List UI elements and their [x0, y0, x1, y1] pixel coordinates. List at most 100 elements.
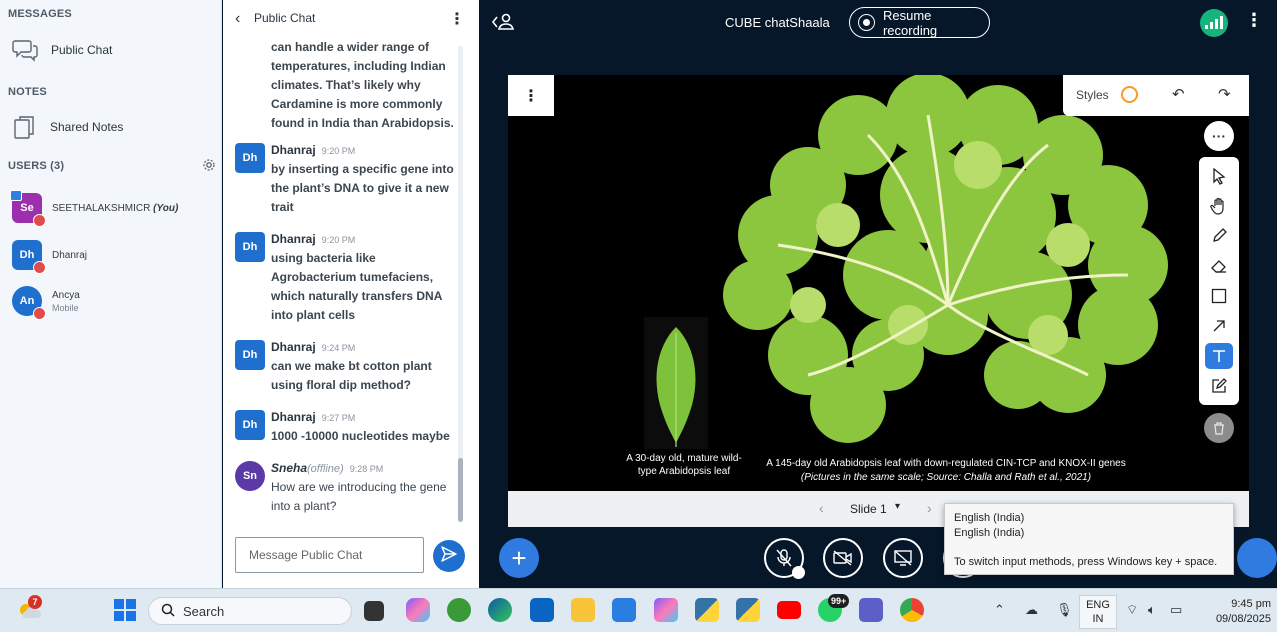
lang-line: IN [1092, 613, 1104, 625]
author-name: Dhanraj [271, 410, 316, 424]
annotation-toolbar [1199, 157, 1239, 405]
windows-start-icon[interactable] [113, 598, 137, 622]
avatar-initials: Se [20, 202, 34, 214]
input-method-tooltip: English (India) English (India) To switc… [944, 503, 1234, 575]
tooltip-line: English (India) [954, 527, 1025, 539]
mic-toggle-button[interactable] [764, 538, 805, 579]
scrollbar-thumb[interactable] [458, 458, 463, 522]
eraser-icon[interactable] [1205, 253, 1233, 279]
avatar: Dh [12, 240, 46, 274]
taskbar-search[interactable]: Search [148, 597, 352, 625]
notes-icon [12, 114, 38, 140]
show-hidden-icons-chevron-icon[interactable]: ⌃ [994, 602, 1005, 618]
caption-line: (Pictures in the same scale; Source: Cha… [800, 472, 1092, 483]
presenter-icon [10, 190, 22, 201]
select-pointer-icon[interactable] [1205, 163, 1233, 189]
author-name: Sneha [271, 461, 308, 475]
presentation-slide[interactable]: ⋮ Styles ↶ ↷ ··· A 30-day old, mature wi… [508, 75, 1249, 491]
teams-icon[interactable] [859, 598, 883, 622]
text-tool-icon[interactable] [1205, 343, 1233, 369]
caption-line: A 145-day old Arabidopsis leaf with down… [766, 458, 1126, 469]
connection-status-icon[interactable] [1200, 9, 1228, 37]
avatar: Dh [235, 232, 265, 262]
previous-slide-icon[interactable]: ‹ [819, 500, 824, 516]
search-icon [161, 603, 175, 620]
sidebar-item-public-chat[interactable]: Public Chat [12, 38, 112, 62]
onedrive-sync-icon[interactable]: ☁ [1025, 602, 1038, 618]
system-clock[interactable]: 9:45 pm 09/08/2025 [1196, 597, 1271, 627]
sidebar-item-shared-notes[interactable]: Shared Notes [12, 114, 123, 140]
chat-message-list[interactable]: can handle a wider range of temperatures… [223, 36, 479, 526]
tooltip-line: English (India) [954, 512, 1025, 524]
trash-icon[interactable] [1204, 413, 1234, 443]
send-button[interactable] [433, 540, 465, 572]
app-cd-icon[interactable] [447, 598, 471, 622]
input-language-indicator[interactable]: ENG IN [1079, 595, 1117, 629]
presentation-area: CUBE chatShaala Resume recording ⋮ ⋮ Sty… [479, 0, 1277, 588]
microphone-icon[interactable]: 🎙︎ [1056, 602, 1073, 618]
volume-icon[interactable]: 🔈︎ [1148, 602, 1156, 618]
copilot-icon[interactable] [406, 598, 430, 622]
slide-caption-right: A 145-day old Arabidopsis leaf with down… [761, 457, 1131, 485]
options-kebab-icon[interactable]: ⋮ [1245, 10, 1263, 31]
user-list-item[interactable]: Dh Dhanraj [12, 240, 87, 274]
microsoft-store-icon[interactable] [612, 598, 636, 622]
arrow-icon[interactable] [1205, 313, 1233, 339]
chat-toggle-button[interactable] [1237, 538, 1277, 578]
gear-icon[interactable] [202, 158, 216, 177]
task-view-icon[interactable] [364, 601, 384, 621]
avatar-initials: An [19, 295, 35, 307]
note-edit-icon[interactable] [1205, 373, 1233, 399]
rectangle-icon[interactable] [1205, 283, 1233, 309]
user-name-text: SEETHALAKSHMICR [52, 202, 151, 214]
youtube-icon[interactable] [777, 601, 801, 619]
message-author: Dhanraj 9:27 PM [271, 410, 355, 424]
chat-title: Public Chat [254, 11, 316, 25]
wifi-icon[interactable]: ⌔ [1126, 602, 1138, 618]
user-device-label: Mobile [52, 302, 79, 313]
user-list-toggle-icon[interactable] [491, 12, 515, 37]
pan-hand-icon[interactable] [1205, 193, 1233, 219]
file-explorer-icon[interactable] [571, 598, 595, 622]
outlook-icon[interactable] [530, 598, 554, 622]
screen-share-button[interactable] [883, 538, 923, 578]
message-time: 9:28 PM [349, 464, 384, 474]
taskbar: 7 Search 99+ ⌃ ☁ 🎙︎ ENG IN ⌔ 🔈︎ ▭ 9:45 p… [0, 588, 1277, 632]
message-input[interactable]: Message Public Chat [235, 537, 424, 573]
actions-plus-button[interactable]: + [499, 538, 539, 578]
redo-icon[interactable]: ↷ [1218, 85, 1231, 103]
slide-options-kebab-icon[interactable]: ⋮ [508, 75, 554, 116]
avatar: Se [10, 190, 46, 227]
sidebar-item-label: Public Chat [51, 43, 113, 57]
message-text: 1000 -10000 nucleotides maybe [271, 429, 450, 443]
edge-browser-icon[interactable] [488, 598, 512, 622]
chrome-icon[interactable] [900, 598, 924, 622]
color-picker-button[interactable] [1121, 86, 1138, 103]
pencil-icon[interactable] [1205, 223, 1233, 249]
chevron-down-icon[interactable]: ▾ [895, 501, 900, 512]
send-icon [440, 545, 458, 568]
chat-options-kebab-icon[interactable]: ⋮ [449, 9, 465, 29]
m365-icon[interactable] [654, 598, 678, 622]
resume-recording-button[interactable]: Resume recording [849, 7, 990, 38]
camera-toggle-button[interactable] [823, 538, 863, 578]
python-idle-icon[interactable] [736, 598, 760, 622]
weather-badge: 7 [28, 595, 42, 609]
camera-off-icon [833, 550, 852, 566]
next-slide-icon[interactable]: › [927, 500, 932, 516]
user-list-item[interactable]: An Ancya Mobile [12, 286, 80, 320]
app-root: MESSAGES Public Chat NOTES Shared Notes … [0, 0, 1277, 632]
chat-scrollbar[interactable] [458, 46, 463, 522]
chat-message-continuation: can handle a wider range of temperatures… [271, 40, 454, 130]
styles-label: Styles [1076, 88, 1109, 102]
back-chevron-icon[interactable]: ‹ [235, 10, 240, 28]
user-list-item[interactable]: Se SEETHALAKSHMICR (You) [10, 190, 178, 227]
mic-settings-badge[interactable] [792, 566, 805, 579]
python-icon[interactable] [695, 598, 719, 622]
slide-selector[interactable]: Slide 1 [850, 502, 887, 516]
message-author: Dhanraj 9:24 PM [271, 340, 355, 354]
undo-icon[interactable]: ↶ [1172, 85, 1185, 103]
message-text: can we make bt cotton plant using floral… [271, 359, 432, 392]
more-options-icon[interactable]: ··· [1204, 121, 1234, 151]
battery-icon[interactable]: ▭ [1170, 602, 1182, 618]
